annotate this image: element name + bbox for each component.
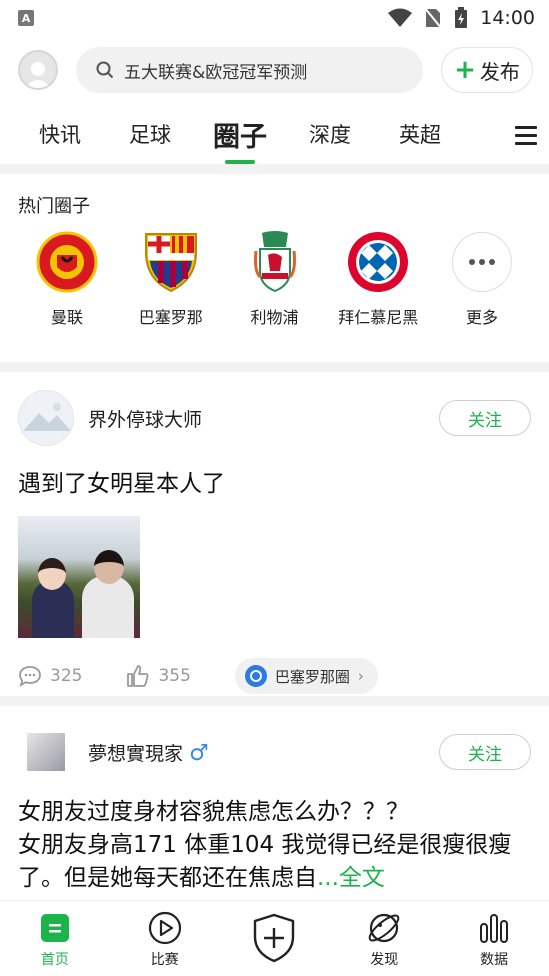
avatar-image	[27, 733, 65, 771]
follow-button[interactable]: 关注	[439, 734, 531, 770]
nav-discover[interactable]: 发现	[339, 911, 429, 969]
no-sim-icon	[424, 7, 443, 29]
top-header: 五大联赛&欧冠冠军预测 + 发布	[0, 36, 549, 104]
tab-depth[interactable]: 深度	[282, 119, 378, 149]
club-name: 巴塞罗那	[138, 308, 203, 327]
battery-charging-icon	[455, 7, 468, 28]
tab-football[interactable]: 足球	[102, 119, 198, 149]
nav-matches[interactable]: 比赛	[120, 911, 210, 969]
post-image[interactable]	[18, 516, 140, 638]
club-man-utd[interactable]: 曼联	[22, 230, 112, 328]
stats-icon	[478, 911, 510, 945]
read-more-link[interactable]: ...全文	[317, 865, 385, 891]
bottom-navigation: 首页 比赛 发现 数据	[0, 900, 549, 976]
club-name: 利物浦	[250, 308, 299, 327]
circle-tag[interactable]: 巴塞罗那圈 ›	[234, 658, 378, 694]
male-icon: ♂	[189, 740, 209, 766]
section-title: 热门圈子	[18, 196, 90, 217]
discover-icon	[367, 911, 401, 945]
post-meta: 325 355 巴塞罗那圈 ›	[18, 654, 531, 698]
nav-home[interactable]: 首页	[10, 911, 100, 969]
post-card[interactable]: 界外停球大师 关注 遇到了女明星本人了 325 355 巴塞罗那圈 ›	[0, 372, 549, 696]
search-icon	[96, 61, 114, 79]
liverpool-crest-icon	[243, 230, 307, 294]
search-placeholder: 五大联赛&欧冠冠军预测	[124, 62, 308, 83]
chevron-right-icon: ›	[357, 667, 364, 685]
play-icon	[148, 911, 182, 945]
club-name: 更多	[465, 308, 498, 327]
clock: 14:00	[480, 7, 535, 29]
post-title: 女朋友过度身材容貌焦虑怎么办？？？	[18, 799, 409, 825]
user-avatar[interactable]	[18, 50, 58, 90]
club-bayern[interactable]: 拜仁慕尼黑	[333, 230, 423, 328]
mountain-avatar-icon	[19, 391, 73, 445]
tab-premier-league[interactable]: 英超	[378, 119, 462, 149]
bayern-crest-icon	[346, 230, 410, 294]
barcelona-crest-icon	[139, 230, 203, 294]
comment-count[interactable]: 325	[18, 665, 82, 687]
post-username[interactable]: 界外停球大师	[88, 405, 425, 432]
circle-icon	[244, 665, 267, 687]
menu-icon[interactable]	[515, 126, 537, 150]
club-list: 曼联 巴塞罗那 利物浦 拜仁慕尼黑 更多	[18, 230, 531, 328]
divider	[0, 164, 549, 174]
nav-stats[interactable]: 数据	[449, 911, 539, 969]
publish-button[interactable]: + 发布	[441, 47, 533, 93]
search-bar[interactable]: 五大联赛&欧冠冠军预测	[76, 47, 423, 93]
club-name: 拜仁慕尼黑	[338, 308, 419, 327]
wifi-icon	[388, 8, 413, 27]
divider	[0, 696, 549, 706]
post-title[interactable]: 遇到了女明星本人了	[18, 464, 531, 498]
more-dots-icon	[452, 232, 512, 292]
post-header: 夢想實現家 ♂ 关注	[18, 724, 531, 780]
plus-icon: +	[454, 55, 476, 85]
post-header: 界外停球大师 关注	[18, 390, 531, 446]
post-username[interactable]: 夢想實現家 ♂	[88, 739, 425, 766]
channel-tabs: 快讯 足球 圈子 深度 英超	[0, 104, 549, 164]
man-utd-crest-icon	[35, 230, 99, 294]
post-avatar[interactable]	[18, 390, 74, 446]
publish-label: 发布	[479, 59, 520, 84]
club-name: 曼联	[50, 308, 83, 327]
comment-icon	[19, 666, 41, 687]
hot-circles-section: 热门圈子 曼联 巴塞罗那 利物浦 拜仁慕尼黑 更多	[0, 174, 549, 362]
club-liverpool[interactable]: 利物浦	[230, 230, 320, 328]
follow-button[interactable]: 关注	[439, 400, 531, 436]
post-content[interactable]: 女朋友过度身材容貌焦虑怎么办？？？ 女朋友身高171 体重104 我觉得已经是很…	[18, 796, 531, 895]
post-avatar[interactable]	[18, 724, 74, 780]
like-count[interactable]: 355	[126, 665, 191, 687]
tab-news[interactable]: 快讯	[18, 119, 102, 149]
app-notification-icon: A	[18, 10, 34, 26]
post-card[interactable]: 夢想實現家 ♂ 关注 女朋友过度身材容貌焦虑怎么办？？？ 女朋友身高171 体重…	[0, 706, 549, 895]
add-shield-icon	[252, 911, 296, 965]
post-body: 女朋友身高171 体重104 我觉得已经是很瘦很瘦了。但是她每天都还在焦虑自..…	[18, 832, 512, 891]
status-bar: A 14:00	[0, 0, 549, 36]
nav-create[interactable]	[229, 911, 319, 965]
club-more[interactable]: 更多	[437, 230, 527, 328]
thumbs-up-icon	[127, 665, 149, 687]
divider	[0, 362, 549, 372]
tab-circles[interactable]: 圈子	[198, 115, 282, 154]
club-barcelona[interactable]: 巴塞罗那	[126, 230, 216, 328]
user-silhouette-icon	[25, 62, 51, 88]
home-icon	[40, 911, 70, 945]
